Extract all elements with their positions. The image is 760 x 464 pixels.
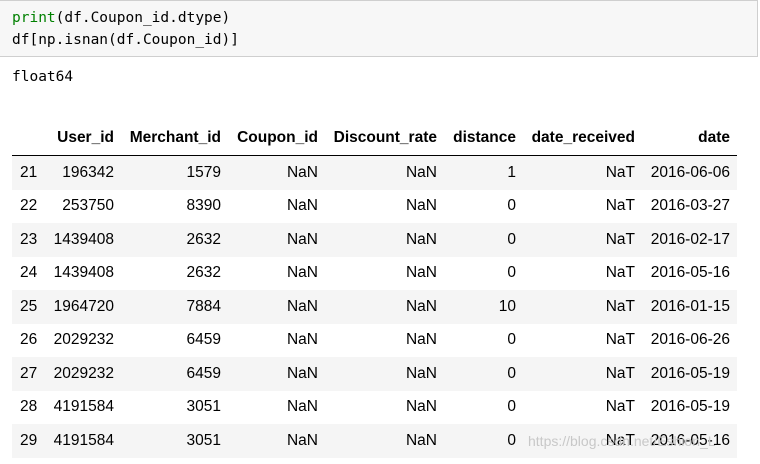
table-cell: NaT (605, 398, 635, 416)
table-cell: 7884 (186, 297, 221, 315)
row-index-cell: 28 (20, 398, 38, 416)
table-row: 28 4191584 3051 NaN NaN 0 NaT 2016-05-19 (12, 391, 737, 425)
row-index-cell: 22 (20, 197, 38, 215)
table-cell: 1439408 (53, 264, 114, 282)
row-index-cell: 21 (20, 163, 38, 181)
column-header-date: date (635, 120, 737, 156)
table-cell: NaN (286, 331, 318, 349)
dtype-output: float64 (12, 69, 74, 85)
table-cell: NaN (405, 297, 437, 315)
table-cell: 2016-03-27 (650, 197, 730, 215)
table-cell: 1 (507, 163, 516, 181)
table-cell: 2632 (186, 230, 221, 248)
watermark: https://blog.csdn.net/Eshion_L (528, 433, 716, 449)
table-cell: 0 (507, 230, 516, 248)
table-row: 26 2029232 6459 NaN NaN 0 NaT 2016-06-26 (12, 324, 737, 358)
table-row: 23 1439408 2632 NaN NaN 0 NaT 2016-02-17 (12, 223, 737, 257)
table-cell: 1964720 (53, 297, 114, 315)
table-cell: NaN (405, 230, 437, 248)
table-cell: 4191584 (53, 431, 114, 449)
table-cell: 2029232 (53, 331, 114, 349)
table-cell: NaN (286, 230, 318, 248)
table-cell: 0 (507, 197, 516, 215)
column-header-index (12, 120, 44, 156)
table-cell: NaN (286, 431, 318, 449)
table-cell: 2016-02-17 (650, 230, 730, 248)
table-row: 27 2029232 6459 NaN NaN 0 NaT 2016-05-19 (12, 357, 737, 391)
table-cell: 10 (498, 297, 516, 315)
table-cell: NaN (286, 398, 318, 416)
row-index-cell: 23 (20, 230, 38, 248)
column-header-coupon-id: Coupon_id (221, 120, 318, 156)
table-cell: NaN (405, 163, 437, 181)
table-cell: NaN (405, 264, 437, 282)
row-index-cell: 27 (20, 364, 38, 382)
table-cell: NaN (286, 297, 318, 315)
column-header-date-received: date_received (516, 120, 635, 156)
table-cell: 2016-06-26 (650, 331, 730, 349)
table-cell: 2016-05-19 (650, 364, 730, 382)
table-cell: 3051 (186, 398, 221, 416)
table-cell: 1579 (186, 163, 221, 181)
table-cell: NaN (286, 264, 318, 282)
table-cell: 8390 (186, 197, 221, 215)
code-print-args: (df.Coupon_id.dtype) (55, 10, 231, 26)
table-header-row: User_id Merchant_id Coupon_id Discount_r… (12, 120, 737, 156)
table-cell: 0 (507, 398, 516, 416)
code-cell-input[interactable]: print(df.Coupon_id.dtype) df[np.isnan(df… (0, 0, 758, 57)
table-cell: NaN (405, 197, 437, 215)
table-cell: 3051 (186, 431, 221, 449)
row-index-cell: 24 (20, 264, 38, 282)
table-cell: NaT (605, 230, 635, 248)
dataframe-table: User_id Merchant_id Coupon_id Discount_r… (12, 120, 737, 458)
table-row: 24 1439408 2632 NaN NaN 0 NaT 2016-05-16 (12, 257, 737, 291)
table-cell: NaT (605, 163, 635, 181)
table-cell: 0 (507, 331, 516, 349)
table-cell: 0 (507, 431, 516, 449)
table-cell: 2016-01-15 (650, 297, 730, 315)
table-cell: 253750 (62, 197, 114, 215)
table-cell: 2029232 (53, 364, 114, 382)
table-cell: NaT (605, 197, 635, 215)
table-cell: NaT (605, 297, 635, 315)
table-cell: NaN (405, 431, 437, 449)
table-cell: NaT (605, 331, 635, 349)
column-header-user-id: User_id (44, 120, 114, 156)
table-cell: NaN (405, 398, 437, 416)
row-index-cell: 29 (20, 431, 38, 449)
table-cell: NaN (286, 364, 318, 382)
table-cell: NaN (286, 197, 318, 215)
row-index-cell: 26 (20, 331, 38, 349)
table-cell: NaN (405, 331, 437, 349)
row-index-cell: 25 (20, 297, 38, 315)
table-cell: 6459 (186, 331, 221, 349)
table-row: 25 1964720 7884 NaN NaN 10 NaT 2016-01-15 (12, 290, 737, 324)
table-cell: 0 (507, 364, 516, 382)
column-header-distance: distance (437, 120, 516, 156)
table-cell: 196342 (62, 163, 114, 181)
code-print-keyword: print (12, 10, 56, 26)
table-cell: 1439408 (53, 230, 114, 248)
table-row: 22 253750 8390 NaN NaN 0 NaT 2016-03-27 (12, 190, 737, 224)
table-cell: 6459 (186, 364, 221, 382)
table-cell: 2016-05-16 (650, 264, 730, 282)
table-row: 21 196342 1579 NaN NaN 1 NaT 2016-06-06 (12, 155, 737, 190)
column-header-discount-rate: Discount_rate (318, 120, 437, 156)
table-cell: NaT (605, 364, 635, 382)
table-cell: 2016-05-19 (650, 398, 730, 416)
table-cell: NaT (605, 264, 635, 282)
table-cell: NaN (405, 364, 437, 382)
column-header-merchant-id: Merchant_id (114, 120, 221, 156)
table-cell: 2632 (186, 264, 221, 282)
table-cell: 4191584 (53, 398, 114, 416)
table-cell: NaN (286, 163, 318, 181)
code-line-1: print(df.Coupon_id.dtype) (12, 7, 757, 29)
table-cell: 2016-06-06 (650, 163, 730, 181)
code-line-2: df[np.isnan(df.Coupon_id)] (12, 32, 239, 48)
table-cell: 0 (507, 264, 516, 282)
table-body: 21 196342 1579 NaN NaN 1 NaT 2016-06-06 22 253750… (12, 155, 737, 458)
